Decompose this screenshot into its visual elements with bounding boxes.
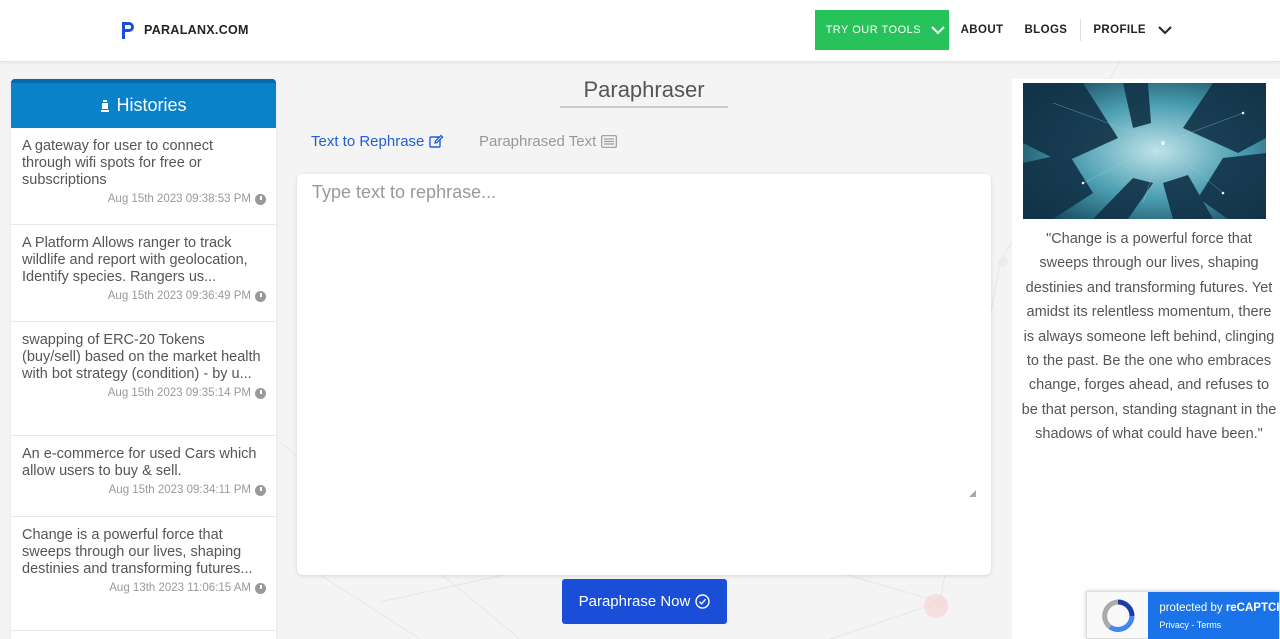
tab-paraphrased-text[interactable]: Paraphrased Text xyxy=(479,133,618,150)
history-timestamp: Aug 15th 2023 09:34:11 PM xyxy=(108,484,251,496)
recaptcha-logo xyxy=(1087,592,1148,639)
history-item-text: Change is a powerful force that sweeps t… xyxy=(22,527,253,577)
nav-about[interactable]: ABOUT xyxy=(961,24,1004,36)
recaptcha-links: Privacy - Terms xyxy=(1159,620,1279,630)
histories-title: Histories xyxy=(116,95,187,115)
quote-text: "Change is a powerful force that sweeps … xyxy=(1021,231,1277,443)
nav-blogs[interactable]: BLOGS xyxy=(1024,24,1067,36)
histories-header: Histories xyxy=(11,79,276,128)
clock-icon xyxy=(255,582,266,594)
clock-icon xyxy=(255,193,266,205)
clock-icon xyxy=(255,290,266,302)
paraphrase-now-button[interactable]: Paraphrase Now xyxy=(562,579,727,624)
list-icon xyxy=(601,135,618,148)
recaptcha-badge[interactable]: protected by reCAPTCHA Privacy - Terms xyxy=(1086,591,1280,639)
edit-icon xyxy=(429,134,444,148)
page-title: Paraphraser xyxy=(560,77,728,108)
history-item[interactable]: swapping of ERC-20 Tokens (buy/sell) bas… xyxy=(11,322,276,436)
nav-divider xyxy=(1080,19,1082,41)
history-timestamp: Aug 15th 2023 09:36:49 PM xyxy=(107,290,251,302)
recaptcha-protected: protected by reCAPTCHA xyxy=(1159,602,1279,614)
history-timestamp: Aug 13th 2023 11:06:15 AM xyxy=(109,582,251,594)
history-item[interactable]: Change is a powerful force that sweeps t… xyxy=(11,517,276,631)
try-our-tools-label: TRY OUR TOOLS xyxy=(825,24,922,36)
history-item-time: Aug 15th 2023 09:34:11 PM xyxy=(22,484,266,496)
recaptcha-privacy-link[interactable]: Privacy xyxy=(1159,620,1189,630)
history-timestamp: Aug 15th 2023 09:38:53 PM xyxy=(107,193,251,205)
clock-icon xyxy=(255,387,266,399)
tab-text-to-rephrase[interactable]: Text to Rephrase xyxy=(311,133,444,150)
city-skyscrapers-image xyxy=(1023,83,1266,219)
history-item[interactable]: A gateway for user to connect through wi… xyxy=(11,128,276,225)
history-item-time: Aug 15th 2023 09:38:53 PM xyxy=(22,193,266,205)
main-nav: TRY OUR TOOLS ABOUT BLOGS PROFILE xyxy=(814,10,1172,50)
tab-label: Paraphrased Text xyxy=(479,133,597,150)
brand-name: PARALANX.COM xyxy=(144,23,249,37)
history-timestamp: Aug 15th 2023 09:35:14 PM xyxy=(107,387,251,399)
brand-logo[interactable]: PARALANX.COM xyxy=(120,20,249,40)
history-item-time: Aug 15th 2023 09:36:49 PM xyxy=(22,290,266,302)
resize-grip-icon[interactable] xyxy=(969,490,976,497)
histories-panel: Histories A gateway for user to connect … xyxy=(11,79,276,639)
tab-label: Text to Rephrase xyxy=(311,133,425,150)
check-circle-icon xyxy=(695,594,711,609)
history-item-time: Aug 13th 2023 11:06:15 AM xyxy=(22,582,266,594)
history-item[interactable]: An e-commerce for used Cars which allow … xyxy=(11,436,276,517)
history-item-text: swapping of ERC-20 Tokens (buy/sell) bas… xyxy=(22,332,261,382)
profile-label: PROFILE xyxy=(1093,24,1146,36)
history-item-text: A gateway for user to connect through wi… xyxy=(22,138,214,188)
history-item[interactable]: A Platform Allows ranger to track wildli… xyxy=(11,225,276,322)
profile-dropdown[interactable]: PROFILE xyxy=(1093,24,1172,36)
quote-card: "Change is a powerful force that sweeps … xyxy=(1012,79,1280,639)
recaptcha-text: protected by reCAPTCHA Privacy - Terms xyxy=(1148,592,1279,639)
paralanx-logo-icon xyxy=(122,22,134,39)
history-item-time: Aug 15th 2023 09:35:14 PM xyxy=(22,387,266,399)
try-our-tools-dropdown[interactable]: TRY OUR TOOLS xyxy=(814,10,949,50)
history-icon xyxy=(101,99,110,112)
recaptcha-icon xyxy=(1101,599,1135,633)
recaptcha-terms-link[interactable]: Terms xyxy=(1197,620,1222,630)
chevron-down-icon xyxy=(1158,25,1172,34)
history-item-text: A Platform Allows ranger to track wildli… xyxy=(22,235,248,285)
history-item-text: An e-commerce for used Cars which allow … xyxy=(22,446,257,479)
clock-icon xyxy=(255,484,266,496)
rephrase-text-input[interactable] xyxy=(297,174,991,575)
paraphrase-now-label: Paraphrase Now xyxy=(578,593,691,610)
recaptcha-separator: - xyxy=(1188,620,1197,630)
top-navbar: PARALANX.COM TRY OUR TOOLS ABOUT BLOGS P… xyxy=(0,0,1280,62)
chevron-down-icon xyxy=(931,25,945,34)
rephrase-input-box xyxy=(297,174,991,575)
